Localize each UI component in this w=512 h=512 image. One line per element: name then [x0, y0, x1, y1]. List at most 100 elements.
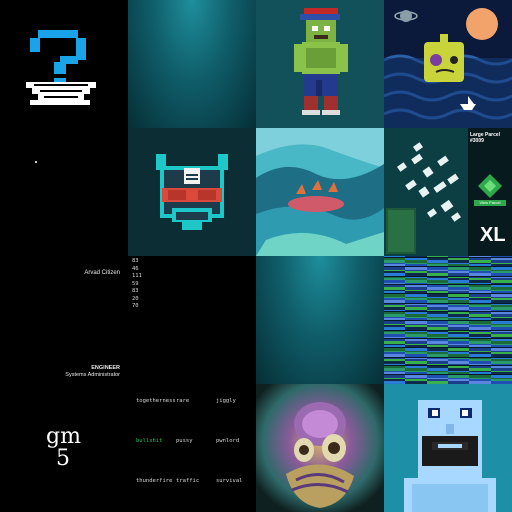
stripe-segment — [491, 332, 512, 334]
stripe-segment — [427, 344, 450, 345]
citizen-name: Arvad Citizen — [84, 270, 120, 276]
stripe-segment — [469, 285, 492, 287]
stripe-segment — [427, 304, 450, 305]
stripe-segment — [491, 258, 512, 260]
stripe-segment — [491, 271, 512, 273]
stripe-segment — [384, 344, 407, 345]
stripe-segment — [469, 305, 492, 307]
gm-number: 5 — [56, 446, 70, 471]
stripe-segment — [405, 290, 428, 291]
stripe-segment — [384, 371, 407, 372]
stripe-segment — [405, 298, 428, 300]
tile-teal-gradient-2[interactable] — [256, 256, 384, 384]
tile-pixel-cat[interactable] — [128, 128, 256, 256]
stripe-segment — [384, 271, 407, 273]
tile-black-dot[interactable] — [0, 128, 128, 256]
tile-word-grid[interactable]: togetherness rare jiggly bullshit pussy … — [128, 384, 256, 512]
stripe-segment — [448, 304, 471, 305]
stripe-segment — [384, 325, 407, 327]
view-parcel-button[interactable]: View Parcel — [474, 200, 506, 205]
stripe-segment — [469, 352, 492, 354]
stripe-segment — [491, 321, 512, 324]
tile-number-list[interactable]: 83 46 111 59 83 20 70 — [128, 256, 256, 384]
stripe-segment — [427, 341, 450, 344]
tile-robot-at-sea[interactable] — [384, 0, 512, 128]
word-item: thunderfire — [136, 478, 173, 484]
stripe-segment — [469, 317, 492, 318]
stripe-segment — [384, 339, 407, 341]
stripe-segment — [384, 321, 407, 324]
stripe-segment — [469, 354, 492, 357]
stripe-segment — [384, 332, 407, 334]
stripe-segment — [469, 375, 492, 378]
stripe-segment — [491, 371, 512, 372]
stripe-segment — [448, 375, 471, 378]
stripe-segment — [469, 358, 492, 359]
stripe-segment — [427, 294, 450, 297]
stripe-segment — [448, 366, 471, 368]
stripe-segment — [491, 337, 512, 338]
stripe-segment — [448, 327, 471, 330]
fox-landscape-illustration — [256, 128, 384, 256]
stripe-segment — [384, 352, 407, 354]
stripe-segment — [427, 364, 450, 365]
tile-fox-landscape[interactable] — [256, 128, 384, 256]
stripe-segment — [405, 263, 428, 264]
stripe-segment — [384, 278, 407, 280]
stripe-segment — [448, 278, 471, 280]
stripe-segment — [469, 371, 492, 372]
tile-teal-gradient-1[interactable] — [128, 0, 256, 128]
word-item: survival — [216, 478, 243, 484]
stripe-segment — [491, 325, 512, 327]
stripe-segment — [384, 256, 407, 257]
stripe-segment — [448, 300, 471, 303]
stripe-segment — [491, 351, 512, 352]
tile-voxel-zombie[interactable] — [256, 0, 384, 128]
pixel-question-mark-icon — [26, 30, 96, 105]
tile-pixel-bearded-face[interactable] — [384, 384, 512, 512]
stripe-segment — [405, 372, 428, 374]
stripe-segment — [491, 285, 512, 287]
stripe-segment — [491, 314, 512, 317]
stripe-segment — [491, 331, 512, 332]
tile-striped-pattern[interactable] — [384, 256, 512, 384]
stripe-segment — [448, 290, 471, 291]
stripe-segment — [384, 312, 407, 314]
tile-citizen-card[interactable]: Arvad Citizen ENGINEER Systems Administr… — [0, 256, 128, 384]
stripe-segment — [469, 307, 492, 310]
stripe-segment — [384, 280, 407, 283]
stripe-segment — [469, 348, 492, 351]
stripe-segment — [405, 300, 428, 303]
stripe-segment — [405, 352, 428, 354]
stripe-segment — [384, 310, 407, 311]
stripe-segment — [491, 256, 512, 257]
number-item: 46 — [132, 265, 139, 272]
stripe-segment — [384, 285, 407, 287]
stripe-segment — [491, 300, 512, 303]
stripe-segment — [448, 294, 471, 297]
stripe-segment — [427, 291, 450, 293]
stripe-segment — [469, 325, 492, 327]
stripe-segment — [491, 366, 512, 368]
stripe-segment — [384, 270, 407, 271]
stripe-segment — [427, 352, 450, 354]
stripe-segment — [448, 273, 471, 276]
tile-gm[interactable]: gm 5 — [0, 384, 128, 512]
stripe-segment — [469, 270, 492, 271]
parcel-title: Large Parcel #3009 — [470, 132, 501, 144]
tile-large-parcel[interactable]: Large Parcel #3009 View Parcel XL — [384, 128, 512, 256]
stripe-segment — [405, 291, 428, 293]
stripe-segment — [384, 307, 407, 310]
stripe-segment — [384, 366, 407, 368]
tile-psychedelic-creature[interactable] — [256, 384, 384, 512]
stripe-segment — [405, 273, 428, 276]
tile-question-mark[interactable] — [0, 0, 128, 128]
stripe-segment — [469, 271, 492, 273]
stripe-segment — [469, 267, 492, 270]
stripe-segment — [405, 331, 428, 332]
stripe-segment — [427, 354, 450, 357]
stripe-segment — [491, 297, 512, 298]
stripe-segment — [384, 359, 407, 361]
stripe-segment — [469, 278, 492, 280]
stripe-segment — [448, 334, 471, 337]
